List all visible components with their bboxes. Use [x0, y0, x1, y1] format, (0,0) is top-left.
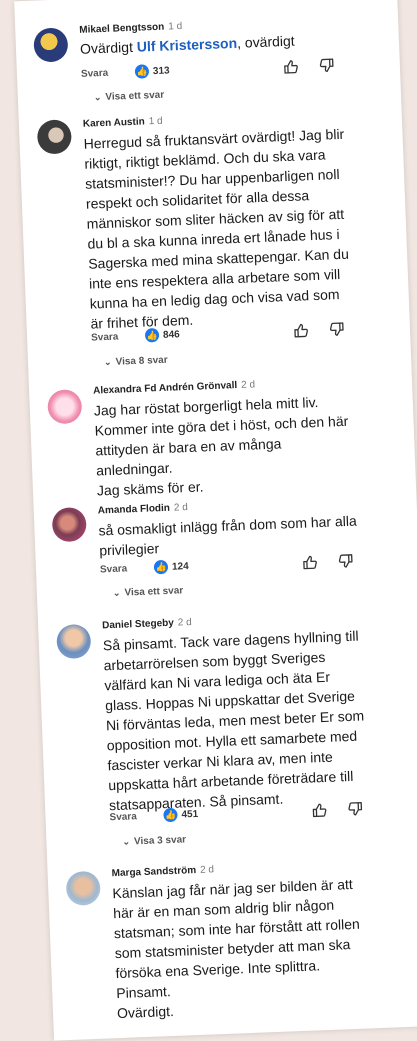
comment-item: Marga Sandström 2 d Känslan jag får när j… — [14, 0, 374, 1021]
avatar[interactable] — [33, 27, 69, 63]
comment-author[interactable]: Mikael Bengtsson 1 d — [79, 21, 182, 36]
comment-text: Herregud så fruktansvärt ovärdigt! Jag b… — [83, 125, 350, 332]
show-replies-button[interactable]: ⌄ Visa 3 svar — [122, 834, 186, 847]
chevron-down-icon: ⌄ — [122, 836, 131, 847]
avatar[interactable] — [47, 389, 83, 425]
chevron-down-icon: ⌄ — [103, 356, 112, 368]
thumb-up-icon[interactable] — [302, 554, 319, 571]
thumb-down-icon[interactable] — [347, 801, 364, 818]
avatar[interactable] — [36, 119, 73, 155]
reply-button[interactable]: Svara — [81, 68, 109, 80]
comment-text: Så pinsamt. Tack vare dagens hyllning ti… — [102, 627, 365, 814]
show-replies-button[interactable]: ⌄ Visa ett svar — [113, 585, 184, 599]
comment-time: 2 d — [240, 379, 256, 391]
comment-time: 1 d — [148, 115, 163, 128]
show-replies-button[interactable]: ⌄ Visa ett svar — [94, 90, 165, 104]
reply-button[interactable]: Svara — [100, 563, 128, 575]
comment-thread: Mikael Bengtsson 1 d Ovärdigt Ulf Krister… — [14, 0, 417, 1041]
like-count: 313 — [152, 65, 170, 78]
comment-author[interactable]: Amanda Flodin 2 d — [98, 502, 188, 516]
comment-time: 2 d — [173, 502, 189, 514]
reply-button[interactable]: Svara — [109, 811, 137, 823]
comment-author[interactable]: Daniel Stegeby 2 d — [102, 617, 192, 631]
reply-button[interactable]: Svara — [91, 332, 119, 344]
comment-item: Karen Austin 1 d Herregud så fruktansvärt… — [14, 0, 374, 368]
comment-author[interactable]: Marga Sandström 2 d — [111, 864, 214, 879]
thumb-up-icon[interactable] — [283, 58, 300, 75]
avatar[interactable] — [65, 870, 101, 906]
thumb-down-icon[interactable] — [338, 553, 355, 570]
mention-link[interactable]: Ulf Kristersson — [136, 35, 237, 55]
comment-item: Daniel Stegeby 2 d Så pinsamt. Tack vare … — [14, 0, 374, 847]
comment-time: 1 d — [168, 20, 183, 33]
thumb-down-icon[interactable] — [319, 57, 336, 74]
comment-actions: Svara 👍 313 — [81, 56, 351, 84]
like-icon: 👍 — [163, 807, 178, 823]
thumb-up-icon[interactable] — [293, 322, 310, 339]
like-count: 124 — [171, 561, 189, 573]
comment-time: 2 d — [177, 616, 192, 629]
comment-item: Alexandra Fd Andrén Grönvall 2 d Jag har … — [14, 0, 374, 499]
comment-item: Amanda Flodin 2 d så osmakligt inlägg frå… — [14, 0, 374, 599]
comment-author[interactable]: Alexandra Fd Andrén Grönvall 2 d — [93, 379, 255, 396]
comment-text: Känslan jag får när jag ser bilden är at… — [112, 876, 361, 1022]
like-icon: 👍 — [153, 559, 169, 575]
comment-text: Jag har röstat borgerligt hela mitt liv.… — [93, 393, 349, 499]
like-count: 846 — [162, 329, 180, 341]
like-icon: 👍 — [144, 328, 160, 343]
show-replies-button[interactable]: ⌄ Visa 8 svar — [104, 355, 168, 368]
comment-item: Mikael Bengtsson 1 d Ovärdigt Ulf Krister… — [14, 0, 374, 103]
like-icon: 👍 — [134, 64, 150, 79]
avatar[interactable] — [51, 506, 87, 543]
like-count: 451 — [181, 808, 199, 821]
avatar[interactable] — [56, 623, 92, 660]
chevron-down-icon: ⌄ — [93, 92, 102, 103]
thumb-down-icon[interactable] — [329, 321, 346, 338]
comment-author[interactable]: Karen Austin 1 d — [83, 116, 163, 130]
chevron-down-icon: ⌄ — [112, 587, 121, 598]
thumb-up-icon[interactable] — [311, 802, 328, 819]
comment-time: 2 d — [199, 864, 215, 876]
